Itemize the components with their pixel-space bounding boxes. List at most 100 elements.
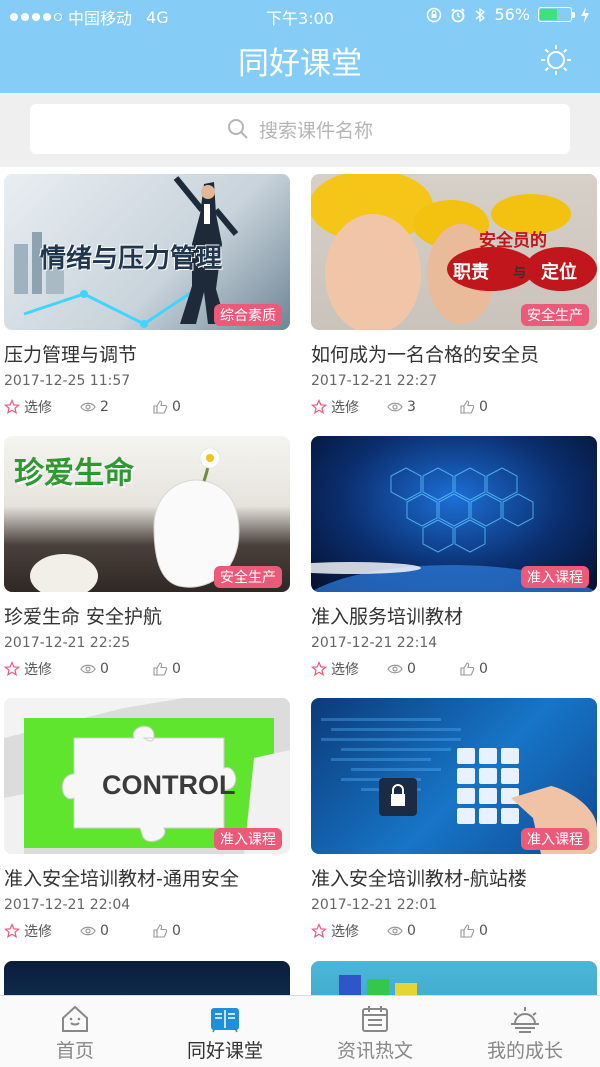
elective-label: 选修 [331, 662, 359, 678]
course-thumbnail[interactable]: 准入课程 [311, 698, 597, 854]
eye-icon [80, 664, 96, 674]
course-date: 2017-12-21 22:25 [4, 635, 131, 651]
course-grid: 情绪与压力管理 综合素质 压力管理与调节 2017-12-25 11:57 选修… [0, 167, 600, 995]
course-title[interactable]: 准入安全培训教材-航站楼 [311, 864, 597, 891]
search-icon [227, 119, 248, 139]
likes-value: 0 [479, 399, 488, 415]
likes-value: 0 [172, 661, 181, 677]
course-thumbnail[interactable]: 安全员的 职责 与 定位 安全生产 [311, 174, 597, 330]
thumbnail-caption: CONTROL [102, 770, 236, 800]
likes-value: 0 [172, 923, 181, 939]
view-count: 0 [387, 661, 459, 677]
course-thumbnail[interactable]: 准入课程 [311, 436, 597, 592]
thumbs-up-icon [460, 662, 475, 676]
course-card[interactable]: CONTROL 准入课程 准入安全培训教材-通用安全 2017-12-21 22… [4, 698, 290, 941]
elective-label: 选修 [331, 924, 359, 940]
course-date: 2017-12-25 11:57 [4, 373, 131, 389]
sunrise-icon [511, 1007, 539, 1033]
like-button[interactable]: 0 [459, 399, 488, 415]
view-count: 0 [80, 923, 152, 939]
course-thumbnail-partial[interactable] [311, 961, 597, 995]
category-tag: 准入课程 [214, 828, 282, 850]
search-input[interactable]: 搜索课件名称 [30, 104, 570, 154]
likes-value: 0 [479, 661, 488, 677]
bottom-tab-bar: 首页 同好课堂 资讯热文 我的成长 [0, 995, 600, 1067]
star-icon [4, 661, 20, 677]
like-button[interactable]: 0 [152, 399, 181, 415]
like-button[interactable]: 0 [459, 923, 488, 939]
tab-label: 我的成长 [486, 1040, 563, 1062]
elective-label: 选修 [331, 400, 359, 416]
views-value: 0 [100, 923, 109, 939]
course-date: 2017-12-21 22:27 [311, 373, 438, 389]
course-card[interactable]: 准入课程 准入安全培训教材-航站楼 2017-12-21 22:01 选修 0 … [311, 698, 597, 941]
course-thumbnail[interactable]: 珍爱生命 安全生产 [4, 436, 290, 592]
course-thumbnail[interactable]: 情绪与压力管理 综合素质 [4, 174, 290, 330]
course-card[interactable]: 珍爱生命 安全生产 珍爱生命 安全护航 2017-12-21 22:25 选修 … [4, 436, 290, 679]
thumbs-up-icon [153, 400, 168, 414]
eye-icon [387, 926, 403, 936]
course-card[interactable]: 情绪与压力管理 综合素质 压力管理与调节 2017-12-25 11:57 选修… [4, 174, 290, 417]
alarm-icon [451, 7, 466, 22]
book-icon [211, 1008, 239, 1033]
orientation-lock-icon [427, 7, 442, 22]
eye-icon [387, 664, 403, 674]
gear-icon[interactable] [539, 43, 573, 77]
view-count: 2 [80, 399, 152, 415]
thumbs-up-icon [460, 400, 475, 414]
page-title: 同好课堂 [238, 46, 362, 82]
course-title[interactable]: 如何成为一名合格的安全员 [311, 340, 597, 367]
like-button[interactable]: 0 [152, 923, 181, 939]
elective-button[interactable]: 选修 [311, 921, 387, 941]
course-thumbnail-partial[interactable] [4, 961, 290, 995]
calendar-icon [362, 1006, 388, 1032]
view-count: 0 [387, 923, 459, 939]
course-card[interactable]: 准入课程 准入服务培训教材 2017-12-21 22:14 选修 0 0 [311, 436, 597, 679]
tab-home[interactable]: 首页 [0, 996, 150, 1067]
status-right: 56% [426, 5, 590, 24]
search-placeholder: 搜索课件名称 [258, 119, 373, 142]
app-header: 中国移动 4G 下午3:00 56% 同好课堂 [0, 0, 600, 93]
course-meta: 选修 0 0 [311, 659, 597, 679]
course-date: 2017-12-21 22:14 [311, 635, 438, 651]
like-button[interactable]: 0 [459, 661, 488, 677]
course-thumbnail[interactable]: CONTROL 准入课程 [4, 698, 290, 854]
star-icon [311, 923, 327, 939]
likes-value: 0 [479, 923, 488, 939]
like-button[interactable]: 0 [152, 661, 181, 677]
elective-button[interactable]: 选修 [4, 659, 80, 679]
elective-button[interactable]: 选修 [311, 659, 387, 679]
tab-label: 资讯热文 [336, 1040, 413, 1062]
status-bar: 中国移动 4G 下午3:00 56% [0, 0, 600, 30]
tab-news[interactable]: 资讯热文 [300, 996, 450, 1067]
views-value: 0 [407, 661, 416, 677]
eye-icon [80, 402, 96, 412]
course-meta: 选修 0 0 [311, 921, 597, 941]
views-value: 2 [100, 399, 109, 415]
thumbs-up-icon [153, 662, 168, 676]
views-value: 0 [407, 923, 416, 939]
course-card[interactable]: 安全员的 职责 与 定位 安全生产 如何成为一名合格的安全员 2017-12-2… [311, 174, 597, 417]
tab-growth[interactable]: 我的成长 [450, 996, 600, 1067]
blocks-illustration [339, 975, 417, 995]
elective-button[interactable]: 选修 [311, 397, 387, 417]
elective-button[interactable]: 选修 [4, 397, 80, 417]
course-meta: 选修 0 0 [4, 659, 290, 679]
bluetooth-icon [476, 7, 486, 22]
view-count: 0 [80, 661, 152, 677]
thumbs-up-icon [460, 924, 475, 938]
course-title[interactable]: 准入服务培训教材 [311, 602, 597, 629]
course-title[interactable]: 准入安全培训教材-通用安全 [4, 864, 290, 891]
course-date: 2017-12-21 22:01 [311, 897, 438, 913]
course-title[interactable]: 珍爱生命 安全护航 [4, 602, 290, 629]
thumbnail-caption: 情绪与压力管理 [40, 244, 223, 274]
course-date: 2017-12-21 22:04 [4, 897, 131, 913]
category-tag: 安全生产 [214, 566, 282, 588]
tab-classroom[interactable]: 同好课堂 [150, 996, 300, 1067]
elective-button[interactable]: 选修 [4, 921, 80, 941]
likes-value: 0 [172, 399, 181, 415]
thumbnail-caption-and: 与 [513, 266, 527, 281]
search-bar-container: 搜索课件名称 [0, 93, 600, 167]
course-title[interactable]: 压力管理与调节 [4, 340, 290, 367]
charging-icon [581, 6, 589, 23]
